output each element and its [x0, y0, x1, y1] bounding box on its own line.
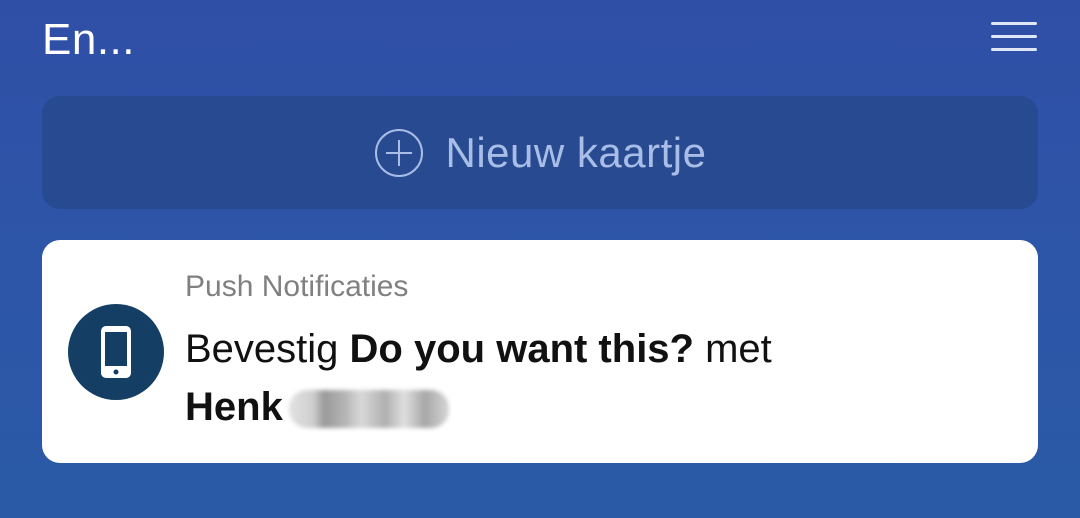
push-notification-card[interactable]: Push Notificaties Bevestig Do you want t… — [42, 240, 1038, 463]
message-prefix: Bevestig — [185, 327, 339, 371]
page-title: En... — [42, 15, 135, 64]
notification-category: Push Notificaties — [185, 270, 409, 303]
top-bar: En... — [0, 0, 1080, 80]
mobile-phone-icon — [101, 326, 131, 378]
menu-line — [991, 48, 1037, 51]
hamburger-menu-icon[interactable] — [986, 18, 1040, 58]
user-name: Henk — [185, 385, 283, 429]
message-suffix: met — [705, 327, 772, 371]
notification-name-line: Henk — [185, 378, 449, 436]
redacted-surname — [288, 390, 449, 429]
menu-line — [991, 35, 1037, 38]
new-card-label: Nieuw kaartje — [445, 128, 707, 176]
new-card-button[interactable]: Nieuw kaartje — [42, 96, 1038, 209]
notification-message: Bevestig Do you want this? met — [185, 320, 772, 378]
notification-avatar — [68, 304, 164, 400]
message-question: Do you want this? — [349, 327, 694, 371]
menu-line — [991, 22, 1037, 25]
plus-circle-icon — [374, 128, 423, 177]
